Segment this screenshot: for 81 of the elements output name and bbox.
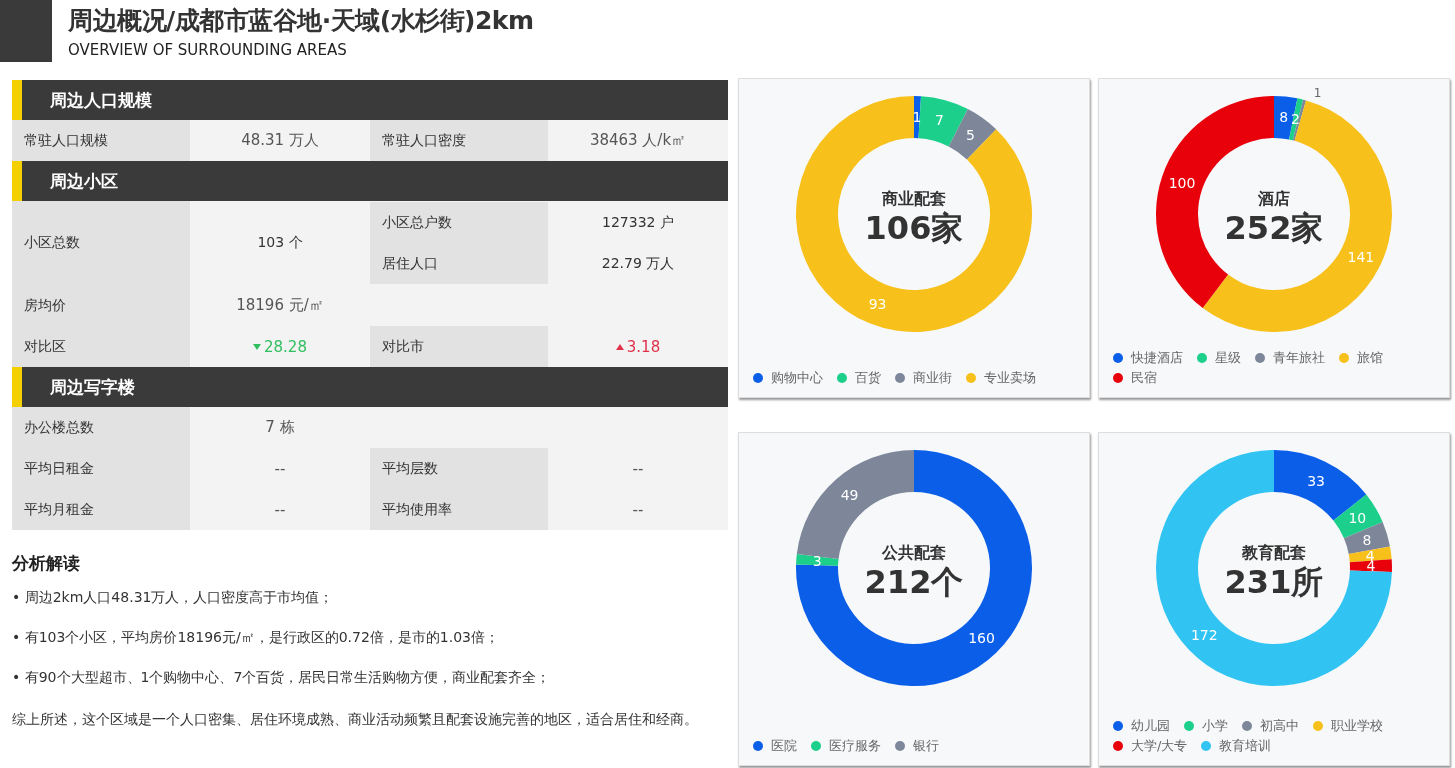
table-cell: 平均日租金 bbox=[12, 448, 190, 489]
table-cell: 小区总户数 bbox=[370, 202, 548, 243]
chart-total: 252家 bbox=[1224, 209, 1324, 247]
legend-label: 旅馆 bbox=[1357, 349, 1383, 367]
table-cell: 房均价 bbox=[12, 285, 190, 326]
table-cell-text: -- bbox=[631, 499, 645, 521]
legend-label: 购物中心 bbox=[771, 369, 823, 387]
header-block bbox=[0, 0, 52, 62]
table-cell: 28.28 bbox=[190, 326, 370, 367]
data-label: 3 bbox=[812, 552, 822, 569]
legend-label: 商业街 bbox=[913, 369, 952, 387]
legend-label: 民宿 bbox=[1131, 369, 1157, 387]
table-cell: 对比市 bbox=[370, 326, 548, 367]
table-cell-text: 38463 人/k㎡ bbox=[588, 130, 688, 151]
legend-label: 专业卖场 bbox=[984, 369, 1036, 387]
chart-title: 商业配套 bbox=[882, 189, 946, 208]
analysis-bullet: • 周边2km人口48.31万人，人口密度高于市均值； bbox=[12, 589, 335, 607]
table-cell: 居住人口 bbox=[370, 243, 548, 284]
section-header: 周边小区 bbox=[12, 161, 728, 201]
data-label: 10 bbox=[1348, 510, 1367, 527]
data-label: 1 bbox=[912, 109, 922, 126]
table-cell: 平均使用率 bbox=[370, 489, 548, 530]
data-label: 172 bbox=[1190, 627, 1218, 644]
table-cell: 常驻人口密度 bbox=[370, 120, 548, 161]
data-label: 160 bbox=[968, 629, 995, 646]
chart-title: 公共配套 bbox=[882, 543, 946, 562]
table-cell-text: 103 个 bbox=[256, 233, 304, 252]
table-cell-text: -- bbox=[273, 499, 287, 521]
chart-total: 231所 bbox=[1224, 563, 1324, 601]
table-cell: 常驻人口规模 bbox=[12, 120, 190, 161]
data-label: 49 bbox=[840, 487, 859, 504]
table-cell-text: 127332 户 bbox=[601, 212, 675, 232]
data-label: 141 bbox=[1347, 249, 1375, 266]
data-label: 2 bbox=[1291, 111, 1301, 128]
legend-label: 教育培训 bbox=[1219, 737, 1272, 755]
legend-label: 医院 bbox=[771, 737, 797, 755]
table-cell: 平均月租金 bbox=[12, 489, 190, 530]
section-header: 周边人口规模 bbox=[12, 80, 728, 120]
table-cell: 办公楼总数 bbox=[12, 407, 190, 448]
table-cell: 小区总数 bbox=[12, 201, 190, 285]
chart-total: 212个 bbox=[864, 563, 964, 601]
analysis-summary: 综上所述，这个区域是一个人口密集、居住环境成熟、商业活动频繁且配套设施完善的地区，适合居住和经商。 bbox=[12, 710, 699, 729]
page-title: 周边概况/成都市蓝谷地·天域(水杉街)2km bbox=[68, 5, 534, 37]
table-cell: 3.18 bbox=[548, 326, 728, 367]
legend-label: 快捷酒店 bbox=[1131, 349, 1183, 367]
data-label: 8 bbox=[1279, 109, 1289, 126]
table-cell-text: 7 栋 bbox=[264, 417, 296, 438]
chart-total: 106家 bbox=[864, 209, 964, 247]
legend-label: 小学 bbox=[1202, 717, 1228, 735]
table-cell: 平均层数 bbox=[370, 448, 548, 489]
analysis-title: 分析解读 bbox=[12, 552, 81, 575]
legend-label: 大学/大专 bbox=[1131, 737, 1188, 755]
legend-label: 医疗服务 bbox=[829, 737, 881, 755]
data-label: 93 bbox=[868, 295, 887, 312]
legend-label: 星级 bbox=[1215, 349, 1241, 367]
data-label: 8 bbox=[1362, 532, 1372, 549]
legend-label: 百货 bbox=[855, 369, 881, 387]
table-cell-text: -- bbox=[631, 458, 645, 480]
table-cell-text: 18196 元/㎡ bbox=[235, 295, 325, 316]
analysis-bullet: • 有90个大型超市、1个购物中心、7个百货，居民日常生活购物方便，商业配套齐全； bbox=[12, 669, 552, 687]
up-triangle-icon bbox=[615, 343, 624, 350]
page-subtitle: OVERVIEW OF SURROUNDING AREAS bbox=[68, 41, 348, 59]
data-label: 5 bbox=[966, 127, 975, 144]
data-label: 7 bbox=[935, 112, 945, 129]
down-triangle-icon bbox=[253, 343, 261, 350]
legend-label: 职业学校 bbox=[1331, 717, 1383, 735]
chart-title: 教育配套 bbox=[1242, 543, 1306, 562]
table-cell: 对比区 bbox=[12, 326, 190, 367]
legend-label: 青年旅社 bbox=[1273, 349, 1325, 367]
table-cell-text: -- bbox=[273, 458, 287, 480]
legend-label: 银行 bbox=[913, 737, 939, 755]
table-cell-text: 22.79 万人 bbox=[600, 253, 676, 273]
legend-label: 幼儿园 bbox=[1131, 717, 1170, 735]
data-label: 1 bbox=[1313, 85, 1322, 100]
data-label: 100 bbox=[1168, 175, 1196, 192]
legend-label: 初高中 bbox=[1260, 717, 1299, 735]
data-label: 33 bbox=[1307, 472, 1325, 489]
section-header: 周边写字楼 bbox=[12, 367, 728, 407]
table-cell-text: 48.31 万人 bbox=[240, 130, 320, 151]
chart-title: 酒店 bbox=[1258, 189, 1290, 208]
analysis-bullet: • 有103个小区，平均房价18196元/㎡，是行政区的0.72倍，是市的1.03倍； bbox=[12, 629, 501, 647]
